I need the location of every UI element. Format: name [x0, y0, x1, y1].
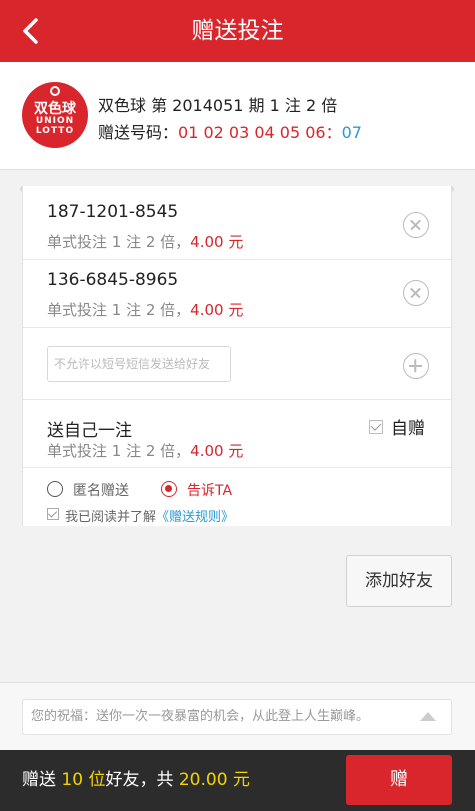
anonymous-radio[interactable] — [47, 481, 63, 497]
blue-ball: 07 — [341, 123, 362, 142]
app-header: 赠送投注 — [0, 0, 475, 62]
gift-numbers: 赠送号码：01 02 03 04 05 06：07 — [98, 119, 362, 143]
remove-recipient-icon[interactable] — [403, 212, 429, 238]
recipient-amount: 4.00 元 — [190, 301, 244, 319]
self-gift-checkbox[interactable] — [369, 420, 383, 434]
union-lotto-logo: 双色球 UNION LOTTO — [22, 82, 88, 148]
recipient-amount: 4.00 元 — [190, 233, 244, 251]
add-friend-button[interactable]: 添加好友 — [346, 555, 452, 607]
anonymous-label[interactable]: 匿名赠送 — [73, 480, 129, 500]
red-balls: 01 02 03 04 05 06 — [178, 123, 326, 142]
summary-prefix: 赠送 — [22, 770, 62, 790]
wish-bar: 您的祝福：送你一次一夜暴富的机会，从此登上人生巅峰。 — [0, 682, 475, 750]
self-gift-title: 送自己一注 — [47, 421, 132, 441]
recipient-row: 187-1201-8545 单式投注 1 注 2 倍，4.00 元 — [23, 186, 453, 260]
self-gift-amount: 4.00 元 — [190, 442, 244, 460]
tell-ta-label[interactable]: 告诉TA — [187, 480, 232, 500]
recipient-detail-text: 单式投注 1 注 2 倍， — [47, 301, 191, 319]
recipient-detail: 单式投注 1 注 2 倍，4.00 元 — [47, 299, 243, 320]
friend-count: 10 位 — [61, 770, 106, 790]
self-gift-row: 送自己一注 自赠 单式投注 1 注 2 倍，4.00 元 — [23, 400, 453, 468]
phone-input[interactable]: 不允许以短号短信发送给好友 — [47, 346, 231, 382]
wish-input[interactable]: 您的祝福：送你一次一夜暴富的机会，从此登上人生巅峰。 — [22, 699, 452, 735]
logo-text-main: 双色球 — [34, 101, 76, 117]
recipient-phone: 136-6845-8965 — [47, 270, 179, 290]
footer-bar: 赠送 10 位好友，共 20.00 元 赠送 — [0, 750, 475, 811]
add-recipient-row: 不允许以短号短信发送给好友 — [23, 328, 453, 400]
draw-info: 双色球 第 2014051 期 1 注 2 倍 — [98, 96, 338, 115]
recipients-panel: 187-1201-8545 单式投注 1 注 2 倍，4.00 元 136-68… — [22, 186, 453, 526]
gift-button[interactable]: 赠送 — [346, 755, 452, 805]
remove-recipient-icon[interactable] — [403, 280, 429, 306]
logo-text-lotto: LOTTO — [35, 126, 75, 136]
summary-middle: 好友，共 — [105, 770, 179, 790]
self-gift-detail: 单式投注 1 注 2 倍，4.00 元 — [47, 440, 243, 461]
recipient-phone: 187-1201-8545 — [47, 202, 179, 222]
logo-text-union: UNION — [35, 116, 75, 126]
recipient-detail: 单式投注 1 注 2 倍，4.00 元 — [47, 231, 243, 252]
recipient-row: 136-6845-8965 单式投注 1 注 2 倍，4.00 元 — [23, 260, 453, 328]
expand-up-icon[interactable] — [420, 712, 436, 721]
self-gift-detail-text: 单式投注 1 注 2 倍， — [47, 442, 191, 460]
number-separator: ： — [325, 123, 342, 142]
lottery-info-card: 双色球 UNION LOTTO 双色球 第 2014051 期 1 注 2 倍 … — [0, 62, 475, 170]
panel-zigzag-edge — [22, 522, 452, 532]
total-amount: 20.00 元 — [178, 770, 250, 790]
page-title: 赠送投注 — [191, 18, 284, 44]
logo-text-sub: UNION LOTTO — [22, 116, 88, 136]
logo-mark-icon — [50, 86, 60, 96]
self-gift-label[interactable]: 自赠 — [391, 414, 425, 439]
gift-summary: 赠送 10 位好友，共 20.00 元 — [22, 750, 250, 811]
agree-checkbox[interactable] — [47, 508, 59, 520]
tell-ta-radio[interactable] — [161, 481, 177, 497]
gift-numbers-label: 赠送号码： — [98, 123, 179, 142]
add-recipient-icon[interactable] — [403, 353, 429, 379]
recipient-detail-text: 单式投注 1 注 2 倍， — [47, 233, 191, 251]
